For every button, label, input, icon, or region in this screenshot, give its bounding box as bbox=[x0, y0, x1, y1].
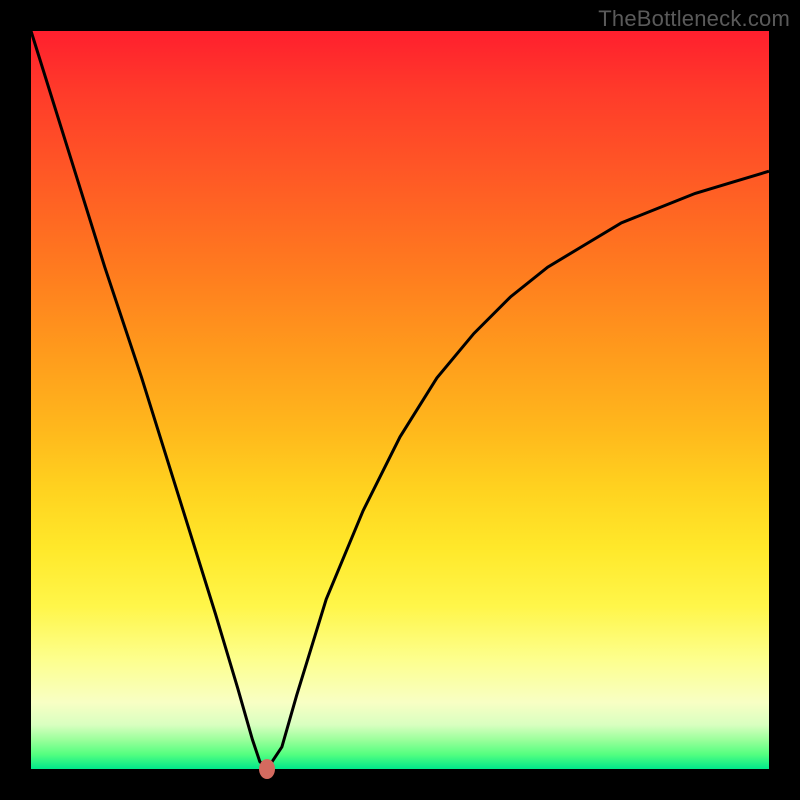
minimum-marker bbox=[259, 759, 275, 779]
bottleneck-curve bbox=[31, 31, 769, 769]
watermark-text: TheBottleneck.com bbox=[598, 6, 790, 32]
chart-frame: TheBottleneck.com bbox=[0, 0, 800, 800]
curve-path bbox=[31, 31, 769, 769]
plot-area bbox=[31, 31, 769, 769]
